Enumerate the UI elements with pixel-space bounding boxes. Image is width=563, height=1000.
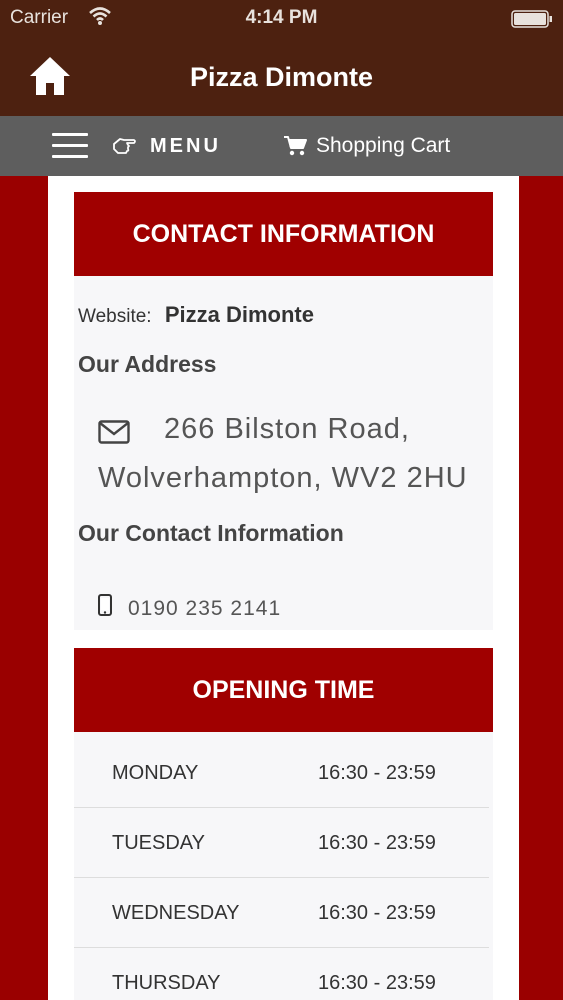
contact-header: CONTACT INFORMATION <box>74 192 493 276</box>
app-header: Pizza Dimonte <box>0 38 563 116</box>
status-bar: Carrier 4:14 PM <box>0 0 563 38</box>
shopping-cart-link[interactable]: Shopping Cart <box>316 134 450 158</box>
menu-bar: MENU Shopping Cart <box>0 116 563 176</box>
contact-info-title: Our Contact Information <box>78 520 344 546</box>
opening-time-card: OPENING TIME MONDAY 16:30 - 23:59 TUESDA… <box>74 648 493 1000</box>
mobile-phone-icon <box>98 594 112 616</box>
battery-icon <box>511 10 552 28</box>
contact-card: CONTACT INFORMATION Website: Pizza Dimon… <box>74 192 493 630</box>
hours-day: MONDAY <box>112 762 199 784</box>
shopping-cart-icon[interactable] <box>283 135 307 157</box>
hamburger-menu-icon[interactable] <box>52 133 88 159</box>
opening-time-header: OPENING TIME <box>74 648 493 732</box>
hours-day: THURSDAY <box>112 972 221 994</box>
envelope-icon <box>98 420 130 444</box>
website-row: Website: Pizza Dimonte <box>78 302 314 328</box>
hours-time: 16:30 - 23:59 <box>318 972 436 994</box>
address-line-1: 266 Bilston Road, <box>164 413 410 445</box>
address-line-2: Wolverhampton, WV2 2HU <box>98 462 468 494</box>
hours-day: TUESDAY <box>112 832 205 854</box>
page-content: CONTACT INFORMATION Website: Pizza Dimon… <box>48 176 519 1000</box>
menu-label[interactable]: MENU <box>150 135 221 158</box>
hours-day: WEDNESDAY <box>112 902 240 924</box>
hours-time: 16:30 - 23:59 <box>318 832 436 854</box>
hours-row: THURSDAY 16:30 - 23:59 <box>74 947 489 1000</box>
address-title: Our Address <box>78 351 217 377</box>
hours-row: MONDAY 16:30 - 23:59 <box>74 737 489 808</box>
website-value: Pizza Dimonte <box>164 302 314 327</box>
hours-time: 16:30 - 23:59 <box>318 902 436 924</box>
hours-time: 16:30 - 23:59 <box>318 762 436 784</box>
page-title: Pizza Dimonte <box>189 62 374 92</box>
website-label: Website: <box>78 306 152 327</box>
status-time: 4:14 PM <box>245 7 318 28</box>
pointing-hand-icon[interactable] <box>112 135 138 157</box>
hours-row: TUESDAY 16:30 - 23:59 <box>74 807 489 878</box>
hours-row: WEDNESDAY 16:30 - 23:59 <box>74 877 489 948</box>
phone-number[interactable]: 0190 235 2141 <box>128 597 281 621</box>
